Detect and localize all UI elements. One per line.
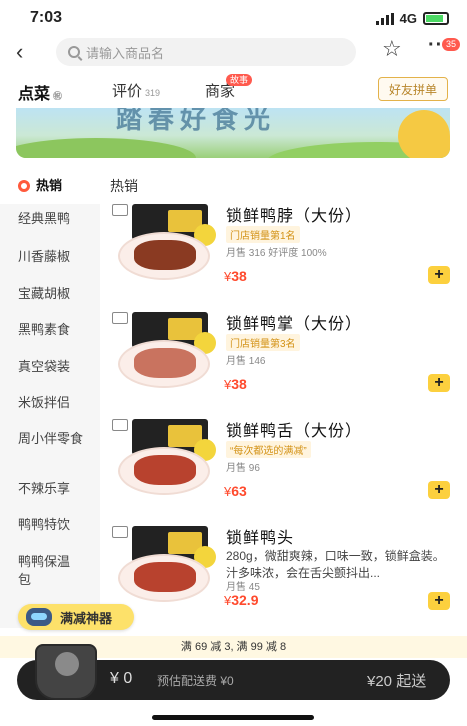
product-name: 锁鲜鸭掌（大份） bbox=[226, 316, 363, 333]
home-indicator bbox=[152, 715, 314, 720]
tab-reviews[interactable]: 评价 319 bbox=[112, 80, 160, 101]
more-badge: 35 bbox=[442, 38, 461, 51]
robot-icon bbox=[26, 608, 52, 626]
sidebar-item-pepper[interactable]: 宝藏胡椒 bbox=[0, 285, 100, 303]
product-image bbox=[112, 312, 216, 390]
product-item[interactable]: 锁鲜鸭舌（大份） “每次都选的满减” 月售 96 ¥63 + bbox=[104, 415, 464, 523]
status-indicators: 4G bbox=[375, 11, 449, 26]
tab-reviews-count: 319 bbox=[145, 88, 161, 98]
tab-order-label: 点菜 bbox=[18, 86, 51, 103]
sidebar-item-sichuan[interactable]: 川香藤椒 bbox=[0, 248, 100, 266]
product-image bbox=[112, 419, 216, 497]
search-placeholder: 请输入商品名 bbox=[86, 45, 165, 61]
banner-duck-mascot bbox=[398, 110, 450, 158]
network-label: 4G bbox=[399, 11, 417, 26]
discount-helper-button[interactable]: 满减神器 bbox=[18, 604, 134, 630]
tab-reviews-label: 评价 bbox=[112, 83, 143, 100]
product-price: ¥38 bbox=[224, 376, 247, 392]
brand-logo-icon bbox=[112, 419, 128, 431]
tab-order[interactable]: 点菜㊗ bbox=[18, 80, 62, 104]
product-tag: “每次都选的满减” bbox=[226, 441, 311, 458]
add-to-cart-button[interactable]: + bbox=[428, 374, 450, 392]
category-sidebar: 热销 经典黑鸭 川香藤椒 宝藏胡椒 黑鸭素食 真空袋装 米饭拌侣 周小伴零食 不… bbox=[0, 168, 100, 628]
add-to-cart-button[interactable]: + bbox=[428, 592, 450, 610]
signal-icon bbox=[375, 12, 394, 25]
tab-order-sup: ㊗ bbox=[53, 91, 63, 101]
product-price: ¥38 bbox=[224, 268, 247, 284]
product-sales: 月售 316 好评度 100% bbox=[226, 248, 327, 259]
banner-hill bbox=[16, 138, 196, 158]
sidebar-item-hot[interactable]: 热销 bbox=[0, 168, 100, 204]
product-name: 锁鲜鸭头 bbox=[226, 530, 295, 547]
banner-text: 踏春好食光 bbox=[116, 108, 277, 134]
back-arrow-icon[interactable]: ‹ bbox=[16, 39, 23, 65]
favorite-star-icon[interactable]: ☆ bbox=[382, 36, 402, 62]
sidebar-item-drinks[interactable]: 鸭鸭特饮 bbox=[0, 516, 100, 534]
product-price: ¥63 bbox=[224, 483, 247, 499]
sidebar-item-vegetarian[interactable]: 黑鸭素食 bbox=[0, 321, 100, 339]
top-nav: ‹ 请输入商品名 ☆ ··· 35 bbox=[0, 34, 467, 74]
product-item[interactable]: 锁鲜鸭掌（大份） 门店销量第3名 月售 146 ¥38 + bbox=[104, 308, 464, 416]
tab-merchant-badge: 故事 bbox=[226, 74, 253, 86]
add-to-cart-button[interactable]: + bbox=[428, 266, 450, 284]
add-to-cart-button[interactable]: + bbox=[428, 481, 450, 499]
sidebar-item-vacuum[interactable]: 真空袋装 bbox=[0, 358, 100, 376]
cart-total: ¥ 0 bbox=[110, 670, 133, 687]
search-input[interactable]: 请输入商品名 bbox=[56, 38, 356, 66]
brand-logo-icon bbox=[112, 312, 128, 324]
delivery-fee: 预估配送费 ¥0 bbox=[157, 674, 234, 688]
product-sales: 月售 45 bbox=[226, 582, 260, 593]
brand-logo-icon bbox=[112, 526, 128, 538]
fire-icon bbox=[18, 180, 30, 192]
sidebar-item-mild[interactable]: 不辣乐享 bbox=[0, 480, 100, 498]
sidebar-item-label: 热销 bbox=[36, 178, 63, 193]
product-image bbox=[112, 204, 216, 282]
product-sales: 月售 146 bbox=[226, 356, 266, 367]
promo-banner[interactable]: 踏春好食光 bbox=[16, 108, 450, 158]
discount-helper-label: 满减神器 bbox=[60, 610, 113, 626]
cart-bar[interactable]: ¥ 0 预估配送费 ¥0 ¥20 起送 bbox=[17, 644, 450, 700]
cart-icon[interactable] bbox=[35, 644, 97, 700]
status-bar: 7:03 4G bbox=[0, 0, 467, 34]
product-name: 锁鲜鸭脖（大份） bbox=[226, 208, 363, 225]
product-tag: 门店销量第1名 bbox=[226, 226, 300, 243]
status-time: 7:03 bbox=[30, 9, 63, 26]
sidebar-item-snacks[interactable]: 周小伴零食 bbox=[0, 430, 100, 448]
product-name: 锁鲜鸭舌（大份） bbox=[226, 423, 363, 440]
product-price: ¥32.9 bbox=[224, 592, 259, 608]
battery-icon bbox=[423, 12, 449, 25]
brand-logo-icon bbox=[112, 204, 128, 216]
sidebar-item-rice[interactable]: 米饭拌侣 bbox=[0, 394, 100, 412]
product-image bbox=[112, 526, 216, 604]
product-sales: 月售 96 bbox=[226, 463, 260, 474]
tab-bar: 点菜㊗ 评价 319 商家 故事 好友拼单 bbox=[0, 74, 467, 108]
product-description: 280g，微甜爽辣，口味一致，锁鲜盒装。汁多味浓，会在舌尖颤抖出... bbox=[226, 549, 445, 580]
minimum-order: ¥20 起送 bbox=[367, 673, 427, 690]
search-icon bbox=[68, 46, 80, 58]
product-tag: 门店销量第3名 bbox=[226, 334, 300, 351]
section-title: 热销 bbox=[110, 178, 138, 194]
sidebar-item-thermal-bag[interactable]: 鸭鸭保温包 bbox=[0, 553, 100, 589]
product-item[interactable]: 锁鲜鸭头 280g，微甜爽辣，口味一致，锁鲜盒装。汁多味浓，会在舌尖颤抖出...… bbox=[104, 522, 464, 630]
group-order-button[interactable]: 好友拼单 bbox=[378, 77, 448, 101]
sidebar-item-classic[interactable]: 经典黑鸭 bbox=[0, 210, 100, 228]
product-item[interactable]: 锁鲜鸭脖（大份） 门店销量第1名 月售 316 好评度 100% ¥38 + bbox=[104, 200, 464, 308]
